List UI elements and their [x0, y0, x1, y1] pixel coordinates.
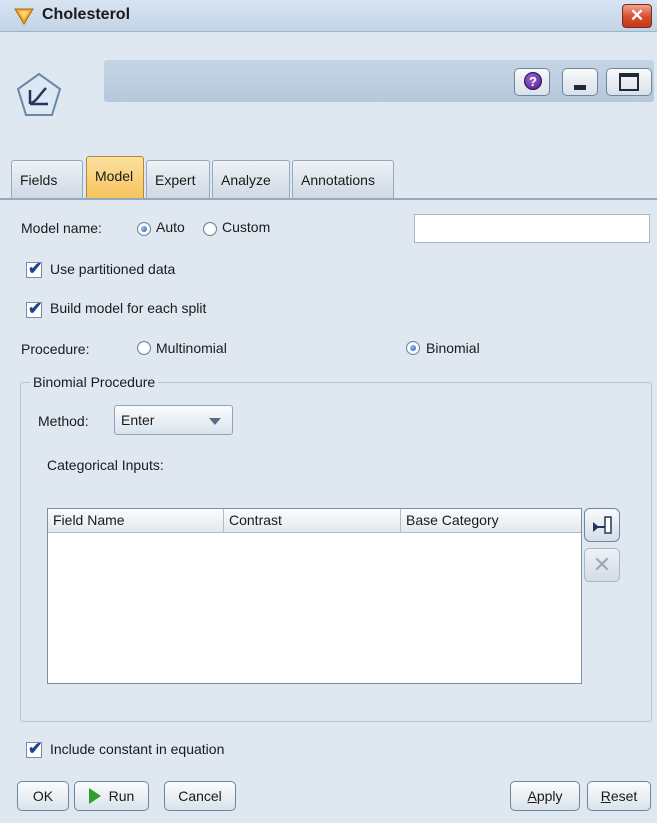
- build-each-split-label: Build model for each split: [50, 300, 207, 316]
- custom-radio[interactable]: [203, 222, 217, 236]
- run-label: Run: [108, 788, 135, 804]
- reset-mnemonic: R: [600, 788, 611, 804]
- reset-label-rest: eset: [610, 788, 638, 804]
- maximize-button[interactable]: [606, 68, 652, 96]
- include-constant-label: Include constant in equation: [50, 741, 225, 757]
- auto-radio[interactable]: [137, 222, 151, 236]
- tab-expert[interactable]: Expert: [146, 160, 210, 198]
- column-header-base-category[interactable]: Base Category: [401, 509, 581, 533]
- tab-model[interactable]: Model: [86, 156, 144, 199]
- cancel-button[interactable]: Cancel: [164, 781, 236, 811]
- procedure-label: Procedure:: [21, 341, 90, 357]
- categorical-inputs-label: Categorical Inputs:: [47, 457, 164, 473]
- help-icon: ?: [524, 72, 542, 90]
- categorical-inputs-table[interactable]: Field Name Contrast Base Category: [47, 508, 582, 684]
- logistic-node-icon: [16, 72, 62, 116]
- custom-radio-label: Custom: [222, 219, 271, 235]
- binomial-radio-label: Binomial: [426, 340, 480, 356]
- custom-model-name-input[interactable]: [414, 214, 650, 243]
- tab-annotations[interactable]: Annotations: [292, 160, 394, 198]
- multinomial-radio-label: Multinomial: [156, 340, 227, 356]
- column-header-field-name[interactable]: Field Name: [48, 509, 224, 533]
- tab-fields[interactable]: Fields: [11, 160, 83, 198]
- auto-radio-label: Auto: [156, 219, 185, 235]
- apply-label-rest: pply: [536, 788, 563, 804]
- binomial-radio[interactable]: [406, 341, 420, 355]
- model-name-label: Model name:: [21, 220, 102, 236]
- help-button[interactable]: ?: [514, 68, 550, 96]
- minimize-icon: [574, 85, 586, 90]
- apply-mnemonic: A: [527, 788, 537, 804]
- table-header: Field Name Contrast Base Category: [48, 509, 581, 533]
- run-button[interactable]: Run: [74, 781, 149, 811]
- close-button[interactable]: ✕: [622, 4, 652, 28]
- maximize-icon: [619, 73, 639, 91]
- window-title: Cholesterol: [42, 6, 131, 23]
- dropdown-arrow-icon: [209, 418, 221, 425]
- method-dropdown[interactable]: Enter: [114, 405, 233, 435]
- run-icon: [88, 788, 101, 804]
- model-node-icon: [14, 8, 34, 25]
- add-field-icon: [593, 516, 612, 534]
- build-each-split-checkbox[interactable]: [26, 299, 42, 319]
- apply-button[interactable]: Apply: [510, 781, 580, 811]
- method-label: Method:: [38, 413, 89, 429]
- add-field-button[interactable]: [584, 508, 620, 542]
- multinomial-radio[interactable]: [137, 341, 151, 355]
- binomial-procedure-legend: Binomial Procedure: [30, 374, 159, 390]
- use-partitioned-checkbox[interactable]: [26, 259, 42, 279]
- ok-button[interactable]: OK: [17, 781, 69, 811]
- tab-analyze[interactable]: Analyze: [212, 160, 290, 198]
- column-header-contrast[interactable]: Contrast: [224, 509, 401, 533]
- method-selected-value: Enter: [121, 412, 155, 428]
- include-constant-checkbox[interactable]: [26, 739, 42, 759]
- minimize-button[interactable]: [562, 68, 598, 96]
- delete-field-button[interactable]: ✕: [584, 548, 620, 582]
- use-partitioned-label: Use partitioned data: [50, 261, 176, 277]
- reset-button[interactable]: Reset: [587, 781, 651, 811]
